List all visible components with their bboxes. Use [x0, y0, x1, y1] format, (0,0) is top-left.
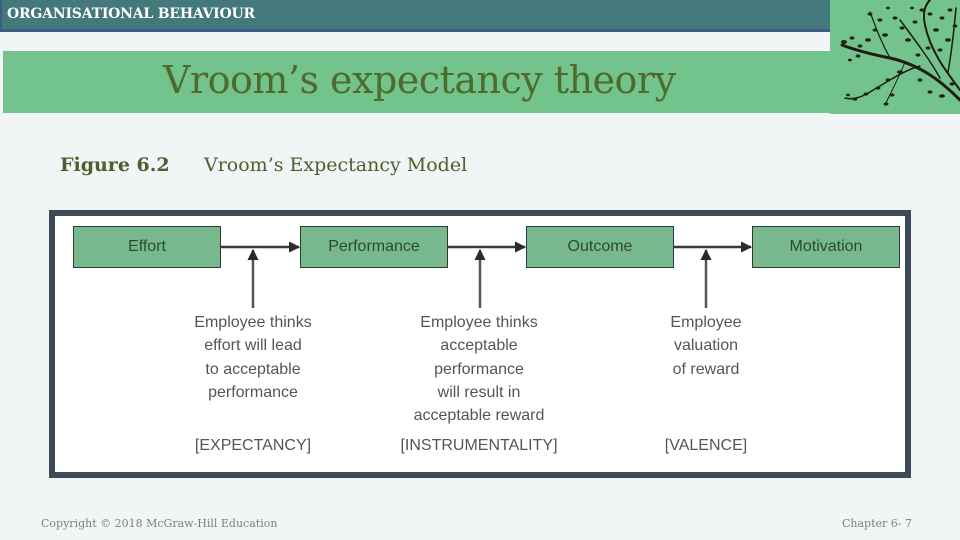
explanation-line: of reward	[672, 360, 740, 378]
stage-label: Performance	[328, 238, 420, 255]
valence-explanation: Employee valuation of reward	[606, 311, 806, 381]
stage-effort: Effort	[73, 226, 221, 268]
slide-title: Vroom’s expectancy theory	[163, 58, 676, 102]
explanation-line: effort will lead	[204, 337, 302, 355]
header-accent	[0, 0, 2, 32]
page-number: Chapter 6- 7	[842, 517, 912, 530]
stage-performance: Performance	[300, 226, 448, 268]
explanation-line: performance	[434, 360, 524, 378]
term-valence: [VALENCE]	[664, 437, 748, 454]
term-expectancy: [EXPECTANCY]	[194, 437, 312, 454]
stage-label: Outcome	[567, 238, 633, 255]
tree-branch-icon	[840, 0, 960, 106]
header-bar: ORGANISATIONAL BEHAVIOUR	[0, 0, 830, 32]
expectancy-explanation: Employee thinks effort will lead to acce…	[153, 311, 353, 404]
explanation-line: acceptable	[440, 337, 518, 355]
tree-panel	[830, 0, 960, 114]
explanation-line: acceptable reward	[413, 407, 545, 425]
copyright-notice: Copyright © 2018 McGraw-Hill Education	[41, 517, 278, 530]
stage-outcome: Outcome	[526, 226, 674, 268]
explanation-line: performance	[208, 383, 298, 401]
figure-caption: Vroom’s Expectancy Model	[204, 154, 468, 176]
explanation-line: Employee thinks	[194, 314, 312, 331]
figure-label: Figure 6.2	[60, 154, 170, 176]
explanation-line: Employee thinks	[420, 314, 538, 331]
instrumentality-explanation: Employee thinks acceptable performance w…	[379, 311, 579, 427]
explanation-line: Employee	[670, 314, 742, 331]
stage-label: Motivation	[789, 238, 863, 255]
stage-label: Effort	[128, 238, 166, 255]
term-instrumentality: [INSTRUMENTALITY]	[400, 437, 558, 454]
explanation-line: will result in	[437, 383, 521, 401]
explanation-line: to acceptable	[205, 360, 301, 378]
explanation-line: valuation	[673, 337, 739, 355]
course-title: ORGANISATIONAL BEHAVIOUR	[7, 6, 255, 22]
stage-motivation: Motivation	[752, 226, 900, 268]
